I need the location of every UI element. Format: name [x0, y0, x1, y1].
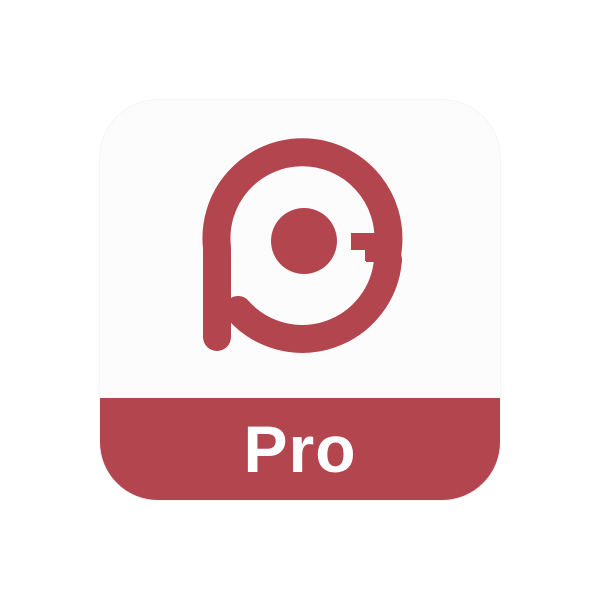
label-band: Pro [100, 398, 500, 500]
app-icon[interactable]: Pro [100, 100, 500, 500]
canvas: Pro [0, 0, 600, 600]
pc-monogram-icon [202, 138, 403, 353]
app-label: Pro [243, 412, 357, 486]
